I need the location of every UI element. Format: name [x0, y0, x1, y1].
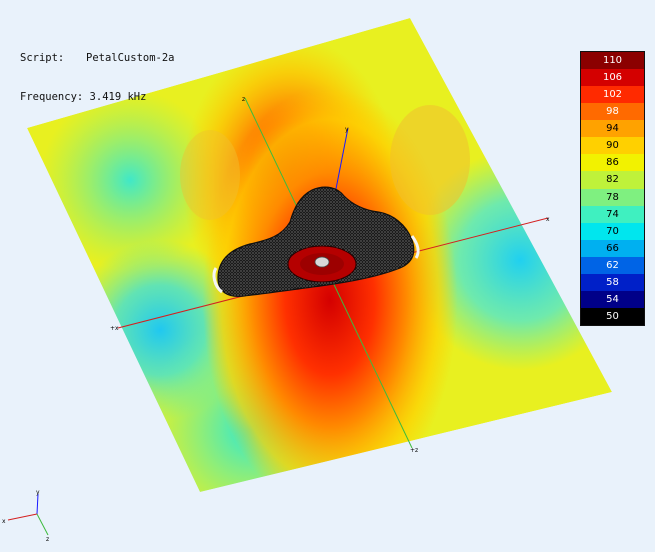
legend-tick-label: 102 [602, 89, 623, 101]
legend-band: 94 [581, 120, 644, 138]
legend-band: 74 [581, 205, 644, 224]
legend-tick-label: 54 [606, 293, 619, 305]
legend-band: 62 [581, 256, 644, 275]
speaker-dome [314, 256, 330, 268]
simulation-info: Script: PetalCustom-2a Frequency: 3.419 k… [20, 26, 175, 130]
legend-band: 50 [581, 307, 644, 325]
legend-tick-label: 62 [606, 259, 619, 271]
legend-tick-label: 110 [602, 55, 623, 66]
orientation-triad: y x z [2, 489, 49, 543]
legend-tick-label: 106 [602, 72, 623, 84]
x-axis-pos-tick: x [546, 216, 550, 223]
svg-text:y: y [36, 489, 40, 496]
legend-band: 54 [581, 290, 644, 309]
legend-band: 70 [581, 222, 644, 241]
z-axis-neg-tick: z [242, 96, 245, 103]
legend-tick-label: 90 [606, 140, 619, 152]
script-row: Script: PetalCustom-2a [20, 52, 175, 65]
legend-tick-label: 74 [606, 208, 619, 220]
legend-band: 106 [581, 69, 644, 87]
x-axis-neg-tick: +x [110, 325, 119, 332]
frequency-row: Frequency: 3.419 kHz [20, 91, 175, 104]
legend-band: 102 [581, 86, 644, 104]
z-axis-pos-tick: +z [410, 447, 418, 454]
frequency-value: 3.419 kHz [89, 91, 147, 103]
script-value: PetalCustom-2a [86, 52, 175, 64]
legend-tick-label: 94 [606, 123, 619, 135]
legend-band: 58 [581, 273, 644, 292]
legend-band: 110 [581, 52, 644, 70]
legend-band: 86 [581, 154, 644, 172]
frequency-label: Frequency: [20, 91, 84, 103]
svg-text:x: x [2, 518, 6, 525]
legend-tick-label: 50 [606, 310, 619, 322]
legend-tick-label: 86 [606, 157, 619, 169]
legend-band: 78 [581, 188, 644, 207]
legend-tick-label: 58 [606, 276, 619, 288]
legend-band: 90 [581, 137, 644, 155]
legend-band: 98 [581, 103, 644, 121]
script-label: Script: [20, 52, 65, 64]
legend-band: 82 [581, 171, 644, 189]
color-scale-legend: 110 106 102 98 94 90 86 82 78 74 70 66 62 58 54 50 [580, 51, 645, 326]
legend-tick-label: 78 [606, 191, 619, 203]
legend-tick-label: 70 [606, 225, 619, 237]
legend-tick-label: 98 [606, 106, 619, 118]
legend-tick-label: 66 [606, 242, 619, 254]
y-axis-pos-tick: y [345, 126, 349, 133]
legend-tick-label: 82 [606, 174, 619, 186]
viewport-3d[interactable]: +x x z +z y y x z Script: PetalCustom-2a … [0, 0, 655, 552]
svg-text:z: z [46, 536, 49, 543]
legend-band: 66 [581, 239, 644, 258]
